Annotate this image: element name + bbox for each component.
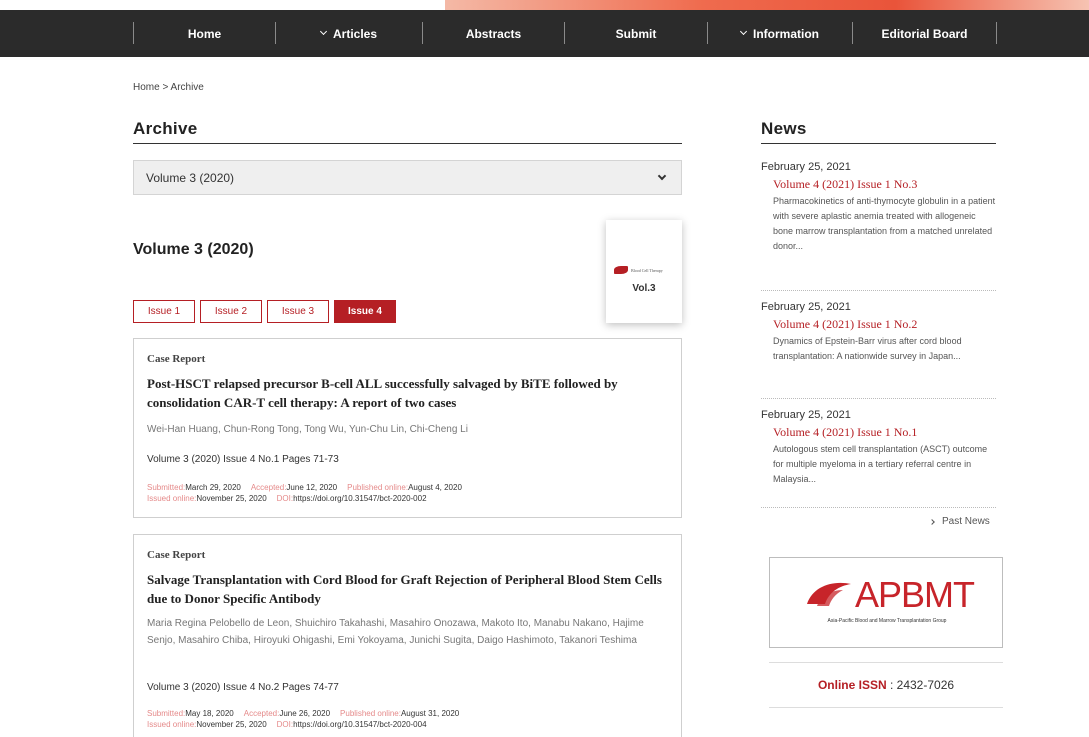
volume-select[interactable]: Volume 3 (2020): [133, 160, 682, 195]
chevron-down-icon: [657, 171, 667, 181]
article-card: Case Report Salvage Transplantation with…: [133, 534, 682, 737]
nav-articles-label: Articles: [332, 26, 378, 41]
archive-title-rule: [133, 143, 682, 144]
news-title: News: [761, 119, 807, 138]
nav-information-label: Information: [753, 26, 819, 41]
accepted-label: Accepted:: [250, 483, 287, 492]
chevron-down-icon: [319, 27, 328, 36]
nav-editorial-board[interactable]: Editorial Board: [853, 10, 996, 57]
accepted-label: Accepted:: [243, 709, 280, 718]
article-authors: Maria Regina Pelobello de Leon, Shuichir…: [147, 618, 644, 646]
tab-issue-3[interactable]: Issue 3: [267, 300, 329, 323]
news-divider: [761, 398, 996, 399]
doi-link[interactable]: https://doi.org/10.31547/bct-2020-002: [293, 494, 426, 503]
news-date: February 25, 2021: [761, 409, 851, 421]
news-headline-link[interactable]: Volume 4 (2021) Issue 1 No.2: [773, 317, 917, 332]
news-headline-link[interactable]: Volume 4 (2021) Issue 1 No.3: [773, 177, 917, 192]
published-label: Published online:: [347, 483, 409, 492]
published-date: August 31, 2020: [400, 709, 460, 718]
submitted-label: Submitted:: [147, 709, 186, 718]
cover-volume-label: Vol.3: [632, 283, 656, 294]
volume-heading: Volume 3 (2020): [133, 241, 254, 258]
submitted-label: Submitted:: [147, 483, 186, 492]
doi-label: DOI:: [276, 720, 294, 729]
issn-separator: :: [886, 678, 897, 692]
nav-home-label: Home: [187, 26, 222, 41]
article-title-link[interactable]: Post-HSCT relapsed precursor B-cell ALL …: [147, 374, 667, 412]
journal-logo-text: Blood Cell Therapy: [631, 267, 663, 273]
news-date: February 25, 2021: [761, 161, 851, 173]
doi-link[interactable]: https://doi.org/10.31547/bct-2020-004: [293, 720, 426, 729]
nav-separator: [996, 22, 997, 44]
tab-issue-4[interactable]: Issue 4: [334, 300, 396, 323]
article-type: Case Report: [147, 353, 206, 365]
breadcrumb[interactable]: Home > Archive: [133, 82, 204, 93]
issn-info: Online ISSN : 2432-7026: [769, 678, 1003, 692]
article-card: Case Report Post-HSCT relapsed precursor…: [133, 338, 682, 518]
chevron-down-icon: [739, 27, 748, 36]
article-title-link[interactable]: Salvage Transplantation with Cord Blood …: [147, 570, 667, 608]
nav-abstracts[interactable]: Abstracts: [423, 10, 564, 57]
issued-date: November 25, 2020: [196, 720, 267, 729]
journal-logo: Blood Cell Therapy: [614, 264, 676, 276]
article-type: Case Report: [147, 549, 206, 561]
apbmt-subtitle: Asia-Pacific Blood and Marrow Transplant…: [827, 618, 947, 624]
nav-information[interactable]: Information: [708, 10, 852, 57]
apbmt-banner-link[interactable]: APBMT Asia-Pacific Blood and Marrow Tran…: [769, 557, 1003, 648]
journal-logo-mark: [614, 266, 628, 274]
past-news-link[interactable]: Past News: [929, 516, 990, 527]
news-headline-link[interactable]: Volume 4 (2021) Issue 1 No.1: [773, 425, 917, 440]
past-news-label: Past News: [942, 516, 990, 527]
issn-value: 2432-7026: [896, 678, 955, 692]
article-dates: Submitted:March 29, 2020 Accepted:June 12…: [147, 482, 462, 504]
doi-label: DOI:: [276, 494, 294, 503]
nav-abstracts-label: Abstracts: [465, 26, 522, 41]
submitted-date: May 18, 2020: [185, 709, 234, 718]
news-summary: Pharmacokinetics of anti-thymocyte globu…: [773, 196, 996, 251]
divider: [769, 707, 1003, 708]
news-title-rule: [761, 143, 996, 144]
apbmt-logo-text: APBMT: [855, 574, 975, 615]
accepted-date: June 26, 2020: [279, 709, 331, 718]
news-summary: Dynamics of Epstein-Barr virus after cor…: [773, 336, 962, 361]
issued-label: Issued online:: [147, 720, 197, 729]
main-nav: Home Articles Abstracts Submit Informati…: [0, 10, 1089, 57]
volume-select-value: Volume 3 (2020): [146, 170, 235, 185]
submitted-date: March 29, 2020: [185, 483, 241, 492]
published-date: August 4, 2020: [408, 483, 462, 492]
news-divider: [761, 507, 996, 508]
apbmt-logo-icon: [807, 582, 851, 606]
archive-title: Archive: [133, 119, 198, 138]
nav-submit[interactable]: Submit: [565, 10, 707, 57]
divider: [769, 662, 1003, 663]
article-dates: Submitted:May 18, 2020 Accepted:June 26, …: [147, 708, 459, 730]
nav-editorial-board-label: Editorial Board: [881, 26, 968, 41]
nav-articles[interactable]: Articles: [276, 10, 422, 57]
chevron-right-icon: [929, 518, 935, 525]
news-date: February 25, 2021: [761, 301, 851, 313]
issn-label: Online ISSN: [817, 678, 887, 692]
tab-issue-2[interactable]: Issue 2: [200, 300, 262, 323]
volume-cover-thumbnail[interactable]: Blood Cell Therapy Vol.3: [606, 220, 682, 323]
nav-submit-label: Submit: [615, 26, 657, 41]
accepted-date: June 12, 2020: [286, 483, 338, 492]
top-strip: [0, 0, 1089, 10]
article-pages: Volume 3 (2020) Issue 4 No.1 Pages 71-73: [147, 454, 339, 465]
nav-home[interactable]: Home: [134, 10, 275, 57]
published-label: Published online:: [340, 709, 401, 718]
tab-issue-1[interactable]: Issue 1: [133, 300, 195, 323]
news-summary: Autologous stem cell transplantation (AS…: [773, 444, 988, 484]
article-pages: Volume 3 (2020) Issue 4 No.2 Pages 74-77: [147, 682, 339, 693]
issued-label: Issued online:: [147, 494, 197, 503]
top-accent-banner: [445, 0, 1089, 10]
issued-date: November 25, 2020: [196, 494, 267, 503]
article-authors: Wei-Han Huang, Chun-Rong Tong, Tong Wu, …: [147, 424, 468, 435]
news-divider: [761, 290, 996, 291]
